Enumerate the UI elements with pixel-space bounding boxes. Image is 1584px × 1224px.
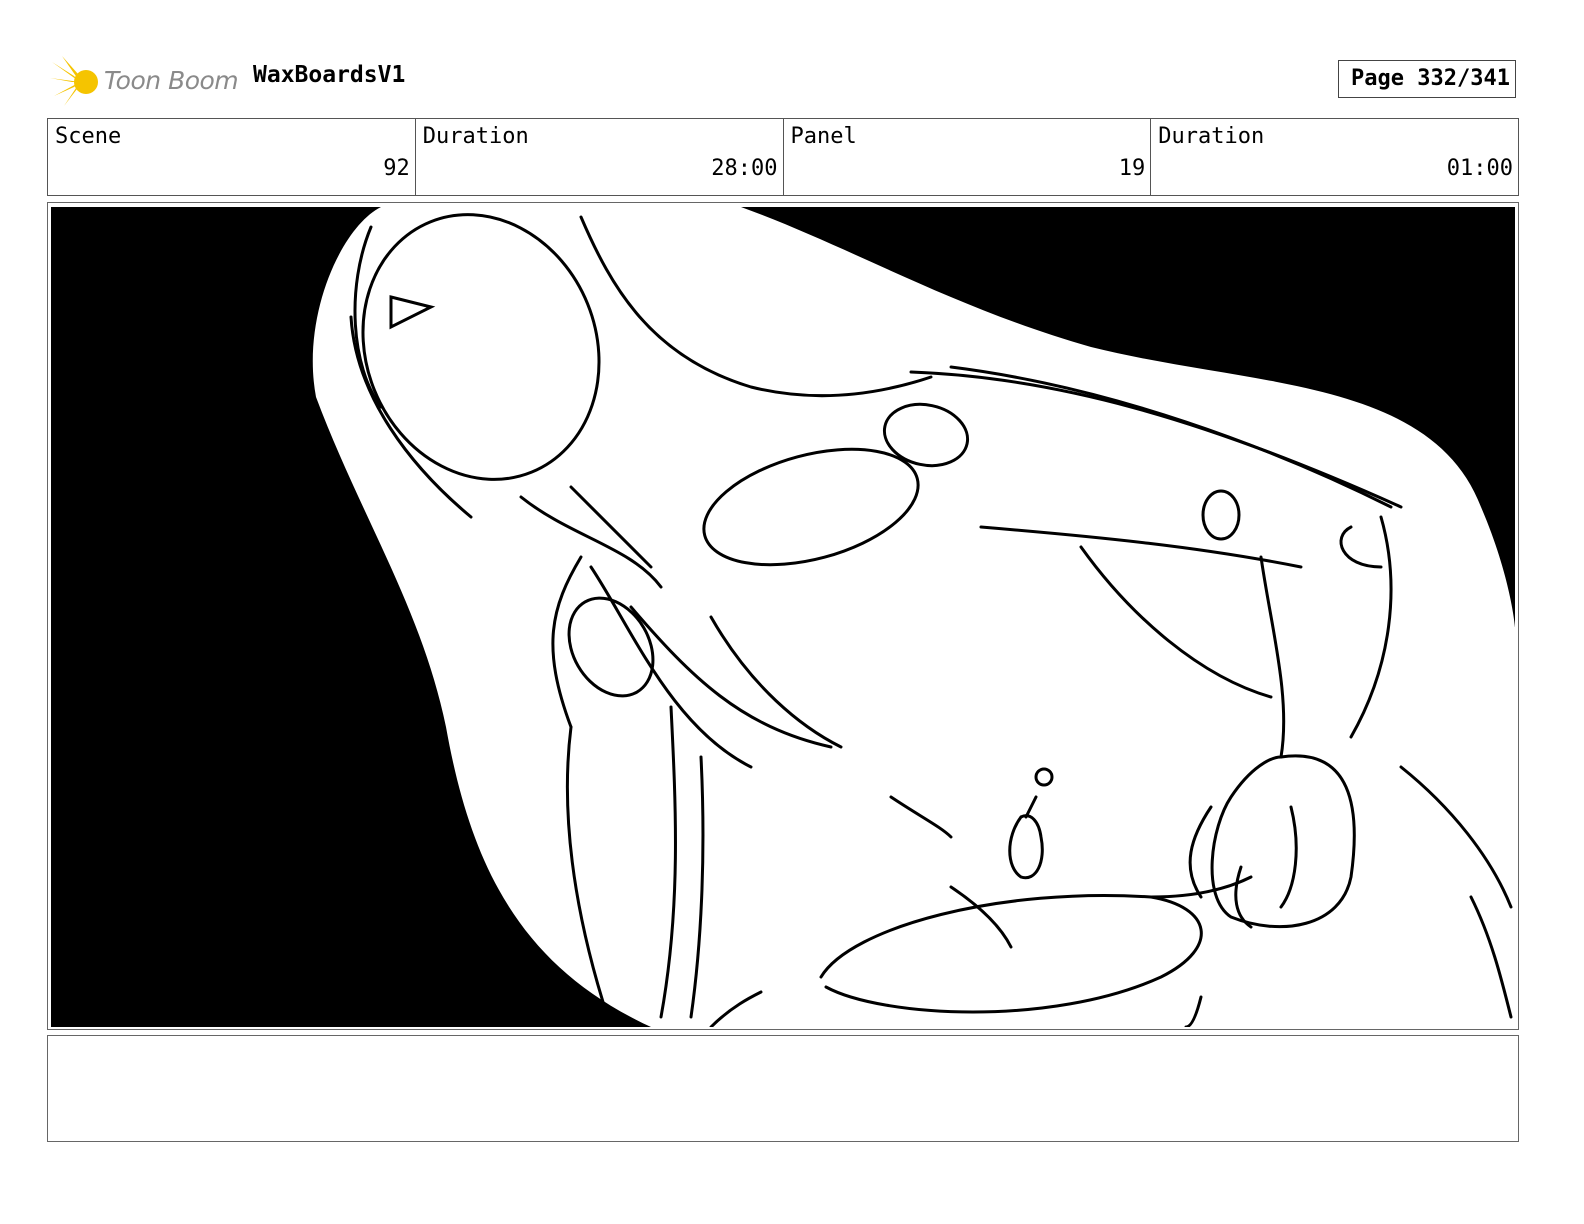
panel-notes bbox=[47, 1035, 1519, 1142]
scene-duration-value: 28:00 bbox=[711, 156, 778, 181]
panel-duration-cell: Duration 01:00 bbox=[1151, 119, 1518, 195]
toon-boom-logo: Toon Boom bbox=[50, 56, 240, 108]
panel-cell: Panel 19 bbox=[784, 119, 1152, 195]
page-indicator: Page 332/341 bbox=[1338, 60, 1516, 98]
panel-value: 19 bbox=[1118, 156, 1146, 181]
info-table: Scene 92 Duration 28:00 Panel 19 Duratio… bbox=[47, 118, 1519, 196]
panel-label: Panel bbox=[790, 124, 857, 149]
panel-duration-label: Duration bbox=[1158, 124, 1265, 149]
scene-label: Scene bbox=[55, 124, 122, 149]
project-title: WaxBoardsV1 bbox=[253, 62, 406, 88]
storyboard-panel bbox=[47, 202, 1519, 1030]
scene-cell: Scene 92 bbox=[48, 119, 416, 195]
scene-duration-label: Duration bbox=[422, 124, 529, 149]
starburst-icon bbox=[50, 56, 98, 106]
scene-duration-cell: Duration 28:00 bbox=[416, 119, 784, 195]
page-label: Page 332/341 bbox=[1351, 66, 1510, 91]
logo-text: Toon Boom bbox=[104, 66, 239, 95]
panel-sketch bbox=[51, 207, 1515, 1027]
scene-value: 92 bbox=[383, 156, 410, 181]
panel-duration-value: 01:00 bbox=[1446, 156, 1513, 181]
